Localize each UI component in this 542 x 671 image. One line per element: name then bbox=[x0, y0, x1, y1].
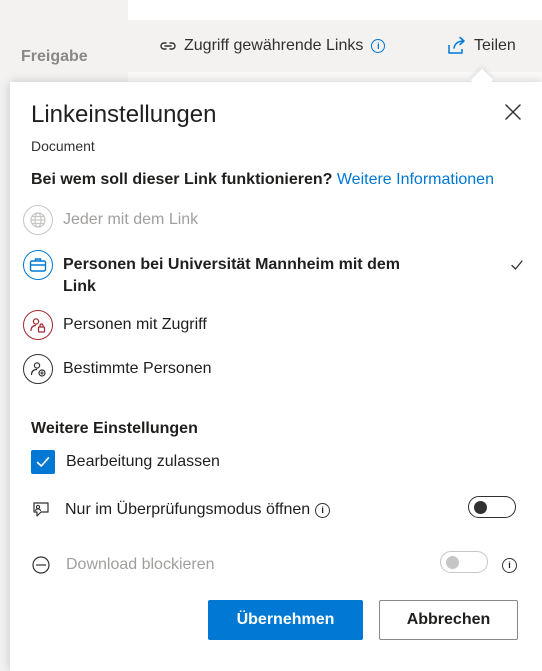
people-add-icon bbox=[23, 354, 53, 384]
review-mode-setting: Nur im Überprüfungsmodus öffnen i bbox=[31, 500, 331, 520]
share-icon bbox=[448, 36, 465, 54]
block-icon bbox=[32, 556, 50, 574]
option-specific-people[interactable]: Bestimmte Personen bbox=[23, 354, 212, 384]
block-download-info[interactable]: i bbox=[502, 558, 517, 576]
close-icon bbox=[505, 104, 521, 120]
sharing-links-label: Zugriff gewährende Links bbox=[184, 37, 364, 54]
block-download-label: Download blockieren bbox=[66, 556, 215, 573]
share-label: Teilen bbox=[474, 37, 516, 54]
more-settings-title: Weitere Einstellungen bbox=[31, 420, 198, 437]
briefcase-icon bbox=[23, 250, 53, 280]
toggle-knob bbox=[446, 556, 459, 569]
sharing-links-button[interactable]: Zugriff gewährende Links i bbox=[158, 36, 386, 56]
panel-title: Linkeinstellungen bbox=[31, 101, 217, 128]
close-button[interactable] bbox=[502, 101, 524, 123]
option-people-with-access[interactable]: Personen mit Zugriff bbox=[23, 310, 207, 340]
info-icon[interactable]: i bbox=[315, 502, 331, 518]
toggle-knob bbox=[474, 501, 487, 514]
more-info-link[interactable]: Weitere Informationen bbox=[337, 171, 494, 188]
option-people-with-access-label: Personen mit Zugriff bbox=[63, 316, 207, 333]
info-icon[interactable]: i bbox=[502, 558, 517, 573]
review-comment-icon bbox=[33, 502, 49, 517]
audience-question-text: Bei wem soll dieser Link funktionieren? bbox=[31, 171, 333, 188]
sidebar-section-label: Freigabe bbox=[21, 48, 88, 65]
info-icon[interactable]: i bbox=[371, 39, 386, 53]
option-organization-label: Personen bei Universität Mannheim mit de… bbox=[63, 256, 400, 295]
share-button[interactable]: Teilen bbox=[446, 36, 516, 56]
option-anyone-label: Jeder mit dem Link bbox=[63, 211, 199, 228]
option-organization[interactable]: Personen bei Universität Mannheim mit de… bbox=[23, 250, 433, 298]
allow-edit-setting[interactable]: Bearbeitung zulassen bbox=[31, 450, 220, 474]
cancel-button[interactable]: Abbrechen bbox=[379, 600, 518, 640]
allow-edit-label: Bearbeitung zulassen bbox=[66, 453, 220, 470]
people-lock-icon bbox=[23, 310, 53, 340]
background-top-strip bbox=[128, 0, 542, 20]
panel-subtitle: Document bbox=[31, 138, 95, 154]
block-download-toggle bbox=[440, 551, 488, 573]
allow-edit-checkbox[interactable] bbox=[31, 450, 55, 474]
option-specific-people-label: Bestimmte Personen bbox=[63, 360, 212, 377]
option-anyone-with-link: Jeder mit dem Link bbox=[23, 205, 198, 235]
review-mode-label: Nur im Überprüfungsmodus öffnen bbox=[65, 501, 311, 518]
link-icon bbox=[160, 42, 176, 50]
checkmark-icon bbox=[510, 258, 524, 277]
apply-button[interactable]: Übernehmen bbox=[208, 600, 363, 640]
checkmark-icon bbox=[36, 457, 50, 467]
review-mode-toggle[interactable] bbox=[468, 496, 516, 518]
globe-icon bbox=[23, 205, 53, 235]
block-download-setting: Download blockieren bbox=[31, 555, 215, 575]
audience-question: Bei wem soll dieser Link funktionieren? … bbox=[31, 171, 494, 189]
